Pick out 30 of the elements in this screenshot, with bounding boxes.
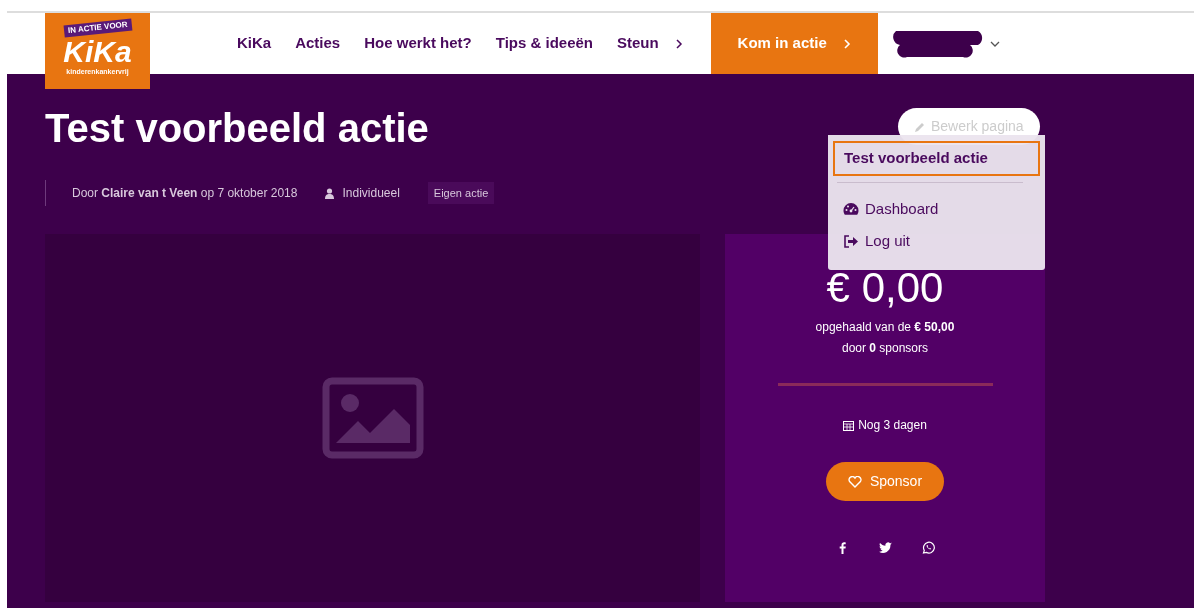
type-label: Individueel <box>342 185 400 202</box>
pencil-icon <box>914 121 926 134</box>
tag: Eigen actie <box>427 181 495 205</box>
logo-wordmark: KiKa <box>62 37 133 67</box>
whatsapp-icon[interactable] <box>921 541 935 555</box>
gauge-icon <box>843 202 859 216</box>
chevron-icon[interactable] <box>674 37 683 50</box>
nav-link[interactable]: Acties <box>295 32 341 55</box>
caret-icon[interactable] <box>989 39 1000 48</box>
menu-item[interactable]: Dashboard <box>833 192 1040 225</box>
nav-link[interactable]: Steun <box>617 32 659 55</box>
campaign-menu-item[interactable]: Test voorbeeld actie <box>833 141 1040 176</box>
nav-link[interactable]: Hoe werkt het? <box>364 32 472 55</box>
twitter-icon[interactable] <box>878 541 892 555</box>
logout-icon <box>843 234 859 248</box>
goal-text: opgehaald van de € 50,00 <box>814 319 956 337</box>
heart-icon <box>847 475 862 488</box>
logo-tagline: IN ACTIE VOOR <box>63 18 132 38</box>
chevron-icon <box>842 37 851 50</box>
image-icon <box>321 377 424 459</box>
remaining-time: Nog 3 dagen <box>858 417 927 435</box>
person-icon <box>325 187 335 199</box>
byline: Door Claire van t Veen op 7 oktober 2018 <box>72 185 298 202</box>
page-title: Test voorbeeld actie <box>45 105 429 152</box>
menu-item[interactable]: Log uit <box>833 225 1040 258</box>
sponsors-text: door 0 sponsors <box>840 340 930 358</box>
calendar-icon <box>843 419 855 431</box>
nav-link[interactable]: Tips & ideeën <box>495 32 593 55</box>
nav-link[interactable]: KiKa <box>237 32 272 55</box>
amount-raised: € 0,00 <box>826 264 944 313</box>
